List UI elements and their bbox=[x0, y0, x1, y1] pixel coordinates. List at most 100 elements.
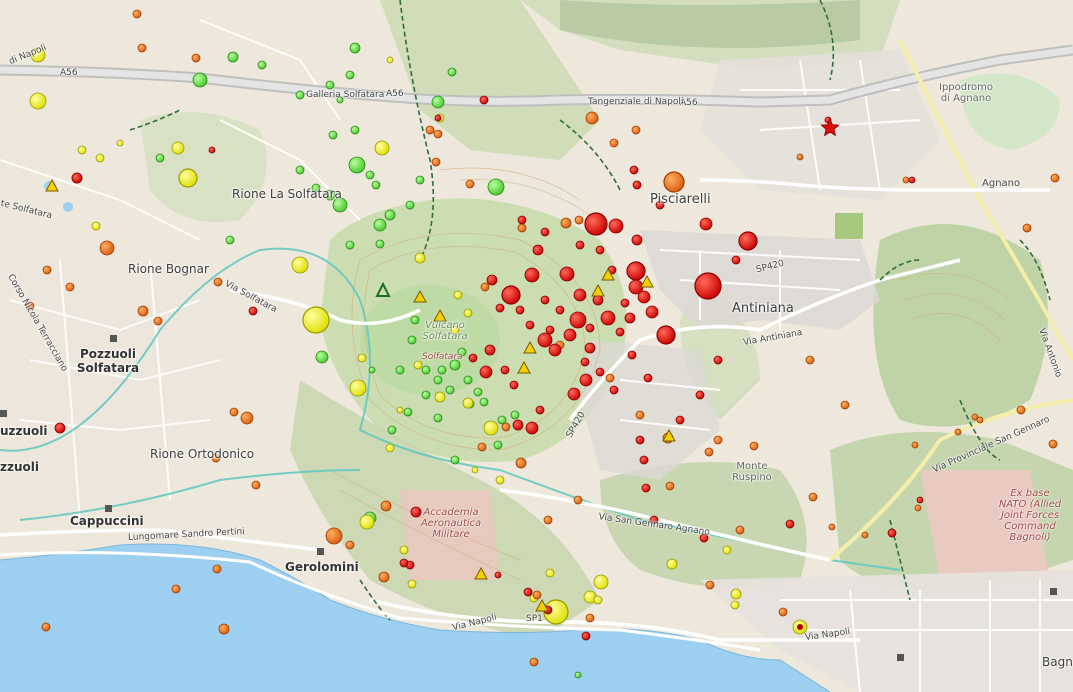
quake-marker-recent[interactable] bbox=[540, 295, 550, 305]
quake-marker-week[interactable] bbox=[413, 360, 423, 370]
quake-marker-day[interactable] bbox=[229, 407, 239, 417]
quake-marker-day[interactable] bbox=[480, 282, 490, 292]
quake-marker-day[interactable] bbox=[137, 305, 149, 317]
quake-marker-older[interactable] bbox=[325, 80, 335, 90]
quake-marker-day[interactable] bbox=[971, 413, 979, 421]
quake-marker-week[interactable] bbox=[483, 420, 499, 436]
quake-marker-day[interactable] bbox=[585, 111, 599, 125]
quake-marker-recent[interactable] bbox=[624, 312, 636, 324]
quake-marker-day[interactable] bbox=[515, 457, 527, 469]
quake-marker-week[interactable] bbox=[399, 545, 409, 555]
quake-marker-recent[interactable] bbox=[595, 245, 605, 255]
quake-marker-recent[interactable] bbox=[585, 323, 595, 333]
quake-marker-day[interactable] bbox=[65, 282, 75, 292]
quake-marker-recent[interactable] bbox=[525, 320, 535, 330]
quake-marker-week[interactable] bbox=[77, 145, 87, 155]
quake-marker-week[interactable] bbox=[722, 545, 732, 555]
quake-marker-week[interactable] bbox=[178, 168, 198, 188]
quake-marker-recent[interactable] bbox=[54, 422, 66, 434]
quake-marker-recent[interactable] bbox=[399, 558, 409, 568]
quake-marker-older[interactable] bbox=[155, 153, 165, 163]
quake-marker-day[interactable] bbox=[1050, 173, 1060, 183]
quake-marker-older[interactable] bbox=[387, 425, 397, 435]
quake-marker-day[interactable] bbox=[1016, 405, 1026, 415]
quake-marker-week[interactable] bbox=[359, 514, 375, 530]
quake-marker-recent[interactable] bbox=[641, 483, 651, 493]
quake-marker-recent[interactable] bbox=[620, 298, 630, 308]
quake-marker-older[interactable] bbox=[368, 366, 376, 374]
quake-marker-older[interactable] bbox=[473, 387, 483, 397]
quake-marker-older[interactable] bbox=[487, 178, 505, 196]
quake-marker-older[interactable] bbox=[365, 170, 375, 180]
quake-marker-recent[interactable] bbox=[887, 528, 897, 538]
quake-marker-recent[interactable] bbox=[656, 325, 676, 345]
quake-marker-day[interactable] bbox=[191, 53, 201, 63]
quake-marker-week[interactable] bbox=[291, 256, 309, 274]
quake-marker-recent[interactable] bbox=[71, 172, 83, 184]
quake-marker-older[interactable] bbox=[315, 350, 329, 364]
quake-marker-week[interactable] bbox=[171, 141, 185, 155]
quake-marker-older[interactable] bbox=[450, 455, 460, 465]
quake-marker-week[interactable] bbox=[593, 595, 603, 605]
quake-marker-recent[interactable] bbox=[500, 365, 510, 375]
quake-marker-recent[interactable] bbox=[631, 234, 643, 246]
quake-marker-day[interactable] bbox=[251, 480, 261, 490]
quake-marker-recent[interactable] bbox=[524, 267, 540, 283]
quake-marker-recent[interactable] bbox=[512, 419, 524, 431]
quake-marker-recent[interactable] bbox=[916, 496, 924, 504]
quake-marker-day[interactable] bbox=[153, 316, 163, 326]
quake-marker-day[interactable] bbox=[240, 411, 254, 425]
quake-marker-week[interactable] bbox=[666, 558, 678, 570]
quake-marker-day[interactable] bbox=[171, 584, 181, 594]
quake-marker-day[interactable] bbox=[735, 525, 745, 535]
quake-marker-day[interactable] bbox=[42, 265, 52, 275]
quake-marker-recent[interactable] bbox=[501, 285, 521, 305]
quake-marker-recent[interactable] bbox=[584, 342, 596, 354]
quake-marker-day[interactable] bbox=[805, 355, 815, 365]
quake-marker-recent[interactable] bbox=[563, 328, 577, 342]
quake-marker-day[interactable] bbox=[605, 373, 615, 383]
quake-marker-recent[interactable] bbox=[515, 305, 525, 315]
quake-marker-recent[interactable] bbox=[738, 231, 758, 251]
quake-marker-day[interactable] bbox=[713, 435, 723, 445]
quake-marker-recent[interactable] bbox=[479, 95, 489, 105]
quake-marker-recent[interactable] bbox=[639, 455, 649, 465]
quake-marker-week[interactable] bbox=[463, 308, 473, 318]
quake-marker-week[interactable] bbox=[434, 391, 446, 403]
quake-marker-older[interactable] bbox=[395, 365, 405, 375]
quake-marker-recent[interactable] bbox=[694, 272, 722, 300]
quake-marker-recent[interactable] bbox=[609, 385, 619, 395]
quake-marker-day[interactable] bbox=[573, 495, 583, 505]
quake-marker-older[interactable] bbox=[415, 175, 425, 185]
quake-marker-day[interactable] bbox=[529, 657, 539, 667]
quake-marker-recent[interactable] bbox=[525, 421, 539, 435]
quake-marker-recent[interactable] bbox=[509, 380, 519, 390]
quake-marker-day[interactable] bbox=[665, 481, 675, 491]
quake-marker-week[interactable] bbox=[357, 353, 367, 363]
seismic-station-triangle-icon[interactable] bbox=[517, 360, 531, 374]
quake-marker-recent[interactable] bbox=[532, 244, 544, 256]
quake-marker-recent[interactable] bbox=[523, 587, 533, 597]
quake-marker-older[interactable] bbox=[373, 218, 387, 232]
quake-marker-day[interactable] bbox=[212, 564, 222, 574]
quake-marker-week[interactable] bbox=[116, 139, 124, 147]
quake-marker-recent[interactable] bbox=[484, 344, 496, 356]
quake-marker-recent[interactable] bbox=[545, 325, 555, 335]
quake-marker-recent[interactable] bbox=[579, 373, 593, 387]
quake-marker-week[interactable] bbox=[545, 568, 555, 578]
quake-marker-older[interactable] bbox=[431, 95, 445, 109]
quake-marker-older[interactable] bbox=[192, 72, 208, 88]
quake-marker-recent[interactable] bbox=[626, 261, 646, 281]
quake-marker-older[interactable] bbox=[447, 67, 457, 77]
quake-marker-recent[interactable] bbox=[645, 305, 659, 319]
quake-marker-day[interactable] bbox=[517, 223, 527, 233]
quake-marker-recent[interactable] bbox=[573, 288, 587, 302]
quake-marker-older[interactable] bbox=[574, 671, 582, 679]
quake-marker-day[interactable] bbox=[425, 125, 435, 135]
quake-marker-day[interactable] bbox=[41, 622, 51, 632]
quake-marker-recent[interactable] bbox=[629, 165, 639, 175]
quake-marker-day[interactable] bbox=[99, 240, 115, 256]
quake-marker-older[interactable] bbox=[463, 375, 473, 385]
quake-marker-day[interactable] bbox=[218, 623, 230, 635]
quake-marker-recent[interactable] bbox=[434, 114, 442, 122]
